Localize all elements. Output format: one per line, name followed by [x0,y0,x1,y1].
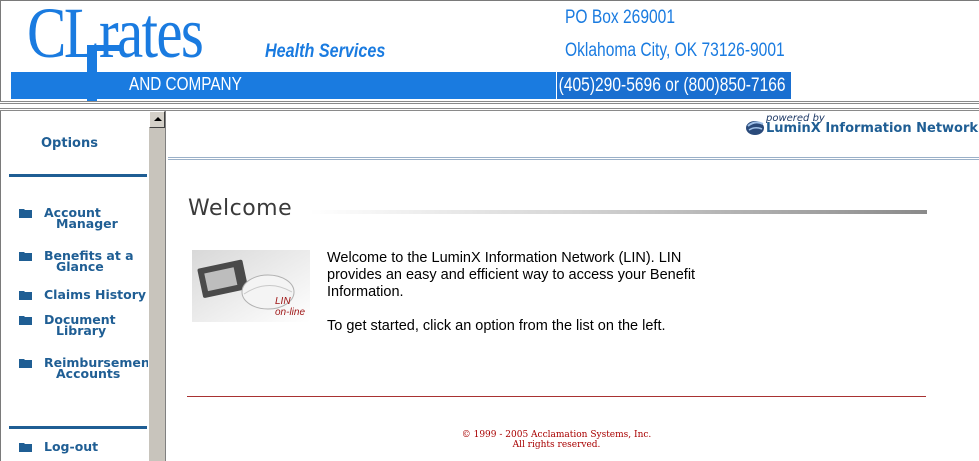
sidebar-item-label: Claims History [44,287,147,302]
logout-label: Log-out [44,439,99,454]
sidebar: Options Account Manager Benefits at a Gl… [0,111,150,461]
copyright-notice: © 1999 - 2005 Acclamation Systems, Inc. … [187,430,926,450]
lin-caption: LIN [275,296,291,307]
sidebar-scrollbar[interactable] [148,111,166,461]
logo-f-stem [87,45,97,102]
footer-divider [187,396,926,397]
sidebar-title: Options [41,136,98,151]
address-line-1: PO Box 269001 [565,7,676,28]
lin-online-image: LIN on-line [192,250,310,322]
phone-numbers: (405)290-5696 or (800)850-7166 [558,75,786,96]
folder-icon [19,359,32,368]
luminx-logo-icon [746,121,764,135]
scroll-up-arrow-icon[interactable] [149,111,165,128]
main-top-divider [168,157,979,160]
folder-icon [19,209,32,218]
luminx-network-label: LuminX Information Network [766,121,979,136]
logo-frates-text: rates [99,0,204,73]
welcome-text: Welcome to the LuminX Information Networ… [327,250,707,352]
copyright-line-2: All rights reserved. [512,440,601,450]
address-line-2: Oklahoma City, OK 73126-9001 [565,40,785,61]
copyright-line-1: © 1999 - 2005 Acclamation Systems, Inc. [461,430,652,440]
folder-icon [19,316,32,325]
welcome-paragraph-2: To get started, click an option from the… [327,318,666,334]
folder-icon [19,252,32,261]
online-caption: on-line [275,307,305,318]
welcome-paragraph-1: Welcome to the LuminX Information Networ… [327,250,696,300]
folder-icon [19,443,32,452]
sidebar-item-label-2: Glance [56,259,104,274]
sidebar-item-label-2: Library [56,323,107,338]
sidebar-item-label-2: Manager [56,216,118,231]
sidebar-item-label-2: Accounts [56,366,121,381]
page-title: Welcome [188,196,293,221]
logo-health-services: Health Services [265,41,386,62]
folder-icon [19,291,32,300]
title-gradient-bar [310,210,927,214]
sidebar-divider-top [9,174,147,177]
sidebar-divider-bottom [9,426,147,429]
page-header: CL rates Health Services AND COMPANY PO … [0,0,979,102]
logo-and-company: AND COMPANY [129,74,242,94]
header-divider [0,101,979,111]
scroll-track[interactable] [149,128,165,461]
